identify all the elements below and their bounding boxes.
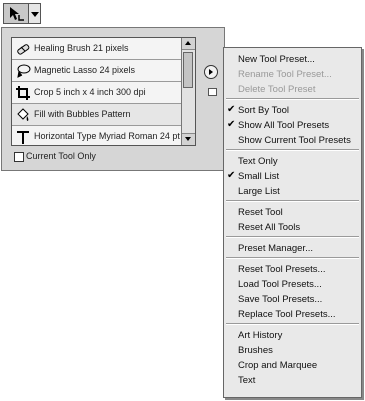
- menu-item-delete-tool-preset: Delete Tool Preset: [224, 82, 361, 97]
- crop-arrow-tool-icon: [10, 7, 24, 21]
- menu-item-label: Load Tool Presets...: [238, 279, 322, 290]
- menu-item-rename-tool-preset: Rename Tool Preset...: [224, 67, 361, 82]
- menu-item-label: Delete Tool Preset: [238, 84, 316, 95]
- menu-item-small-list[interactable]: ✔ Small List: [224, 169, 361, 184]
- list-item[interactable]: Healing Brush 21 pixels: [12, 38, 182, 59]
- menu-divider: [226, 236, 359, 238]
- checkmark-icon: ✔: [227, 170, 236, 181]
- menu-divider: [226, 323, 359, 325]
- menu-item-art-history[interactable]: Art History: [224, 328, 361, 343]
- list-item[interactable]: Crop 5 inch x 4 inch 300 dpi: [12, 82, 182, 103]
- menu-item-reset-all-tools[interactable]: Reset All Tools: [224, 220, 361, 235]
- menu-item-large-list[interactable]: Large List: [224, 184, 361, 199]
- menu-item-label: Rename Tool Preset...: [238, 69, 332, 80]
- menu-item-brushes[interactable]: Brushes: [224, 343, 361, 358]
- menu-item-label: Reset Tool: [238, 207, 283, 218]
- preset-list: Healing Brush 21 pixels Magnetic Lasso 2…: [11, 37, 196, 146]
- tool-preset-panel: Healing Brush 21 pixels Magnetic Lasso 2…: [1, 27, 225, 171]
- scroll-down-button[interactable]: [182, 133, 195, 145]
- menu-item-label: Text: [238, 375, 256, 386]
- menu-item-new-tool-preset[interactable]: New Tool Preset...: [224, 52, 361, 67]
- preset-list-scrollbar[interactable]: [181, 38, 195, 145]
- new-preset-icon[interactable]: [208, 88, 217, 96]
- tool-preset-picker-button[interactable]: [3, 3, 29, 24]
- paint-bucket-icon: [17, 108, 29, 121]
- menu-item-label: Large List: [238, 186, 280, 197]
- menu-divider: [226, 257, 359, 259]
- checkmark-icon: ✔: [227, 119, 236, 130]
- menu-item-label: Show All Tool Presets: [238, 120, 330, 131]
- crop-icon: [16, 86, 30, 100]
- list-item-label: Horizontal Type Myriad Roman 24 pt: [34, 131, 180, 141]
- menu-item-reset-tool[interactable]: Reset Tool: [224, 205, 361, 220]
- menu-divider: [226, 200, 359, 202]
- panel-menu-button[interactable]: [204, 65, 218, 79]
- list-item-label: Magnetic Lasso 24 pixels: [34, 65, 136, 75]
- menu-item-label: Sort By Tool: [238, 105, 290, 116]
- menu-item-text-only[interactable]: Text Only: [224, 154, 361, 169]
- menu-item-show-current-tool-presets[interactable]: Show Current Tool Presets: [224, 133, 361, 148]
- arrow-up-icon: [185, 41, 191, 45]
- list-item-label: Healing Brush 21 pixels: [34, 43, 129, 53]
- type-icon: [17, 131, 29, 144]
- menu-item-crop-and-marquee[interactable]: Crop and Marquee: [224, 358, 361, 373]
- menu-divider: [226, 98, 359, 100]
- flyout-arrow-icon: [209, 69, 213, 75]
- current-tool-only-label: Current Tool Only: [26, 151, 96, 161]
- tool-preset-context-menu: New Tool Preset... Rename Tool Preset... D…: [223, 47, 362, 398]
- chevron-down-icon: [31, 12, 39, 17]
- menu-item-label: Text Only: [238, 156, 278, 167]
- menu-item-label: Art History: [238, 330, 283, 341]
- list-item-label: Fill with Bubbles Pattern: [34, 109, 131, 119]
- magnetic-lasso-icon: [17, 64, 31, 78]
- menu-item-load-tool-presets[interactable]: Load Tool Presets...: [224, 277, 361, 292]
- scroll-thumb[interactable]: [183, 52, 193, 88]
- menu-item-label: Replace Tool Presets...: [238, 309, 336, 320]
- tool-preset-dropdown-arrow[interactable]: [29, 3, 41, 24]
- list-item-label: Crop 5 inch x 4 inch 300 dpi: [34, 87, 146, 97]
- menu-item-label: Show Current Tool Presets: [238, 135, 351, 146]
- menu-item-label: Crop and Marquee: [238, 360, 318, 371]
- menu-item-save-tool-presets[interactable]: Save Tool Presets...: [224, 292, 361, 307]
- menu-item-text[interactable]: Text: [224, 373, 361, 388]
- arrow-down-icon: [185, 137, 191, 141]
- menu-item-label: Small List: [238, 171, 280, 182]
- menu-item-show-all-tool-presets[interactable]: ✔ Show All Tool Presets: [224, 118, 361, 133]
- healing-brush-icon: [17, 44, 30, 55]
- scroll-up-button[interactable]: [182, 38, 195, 50]
- checkmark-icon: ✔: [227, 104, 236, 115]
- menu-item-label: Save Tool Presets...: [238, 294, 323, 305]
- menu-item-label: New Tool Preset...: [238, 54, 315, 65]
- list-item[interactable]: Fill with Bubbles Pattern: [12, 104, 182, 125]
- menu-item-label: Brushes: [238, 345, 273, 356]
- menu-item-label: Reset All Tools: [238, 222, 301, 233]
- menu-item-replace-tool-presets[interactable]: Replace Tool Presets...: [224, 307, 361, 322]
- menu-divider: [226, 149, 359, 151]
- current-tool-only-checkbox[interactable]: [14, 152, 24, 162]
- menu-item-preset-manager[interactable]: Preset Manager...: [224, 241, 361, 256]
- list-item[interactable]: Magnetic Lasso 24 pixels: [12, 60, 182, 81]
- menu-item-reset-tool-presets[interactable]: Reset Tool Presets...: [224, 262, 361, 277]
- menu-item-sort-by-tool[interactable]: ✔ Sort By Tool: [224, 103, 361, 118]
- list-item[interactable]: Horizontal Type Myriad Roman 24 pt: [12, 126, 182, 145]
- menu-item-label: Reset Tool Presets...: [238, 264, 326, 275]
- menu-item-label: Preset Manager...: [238, 243, 313, 254]
